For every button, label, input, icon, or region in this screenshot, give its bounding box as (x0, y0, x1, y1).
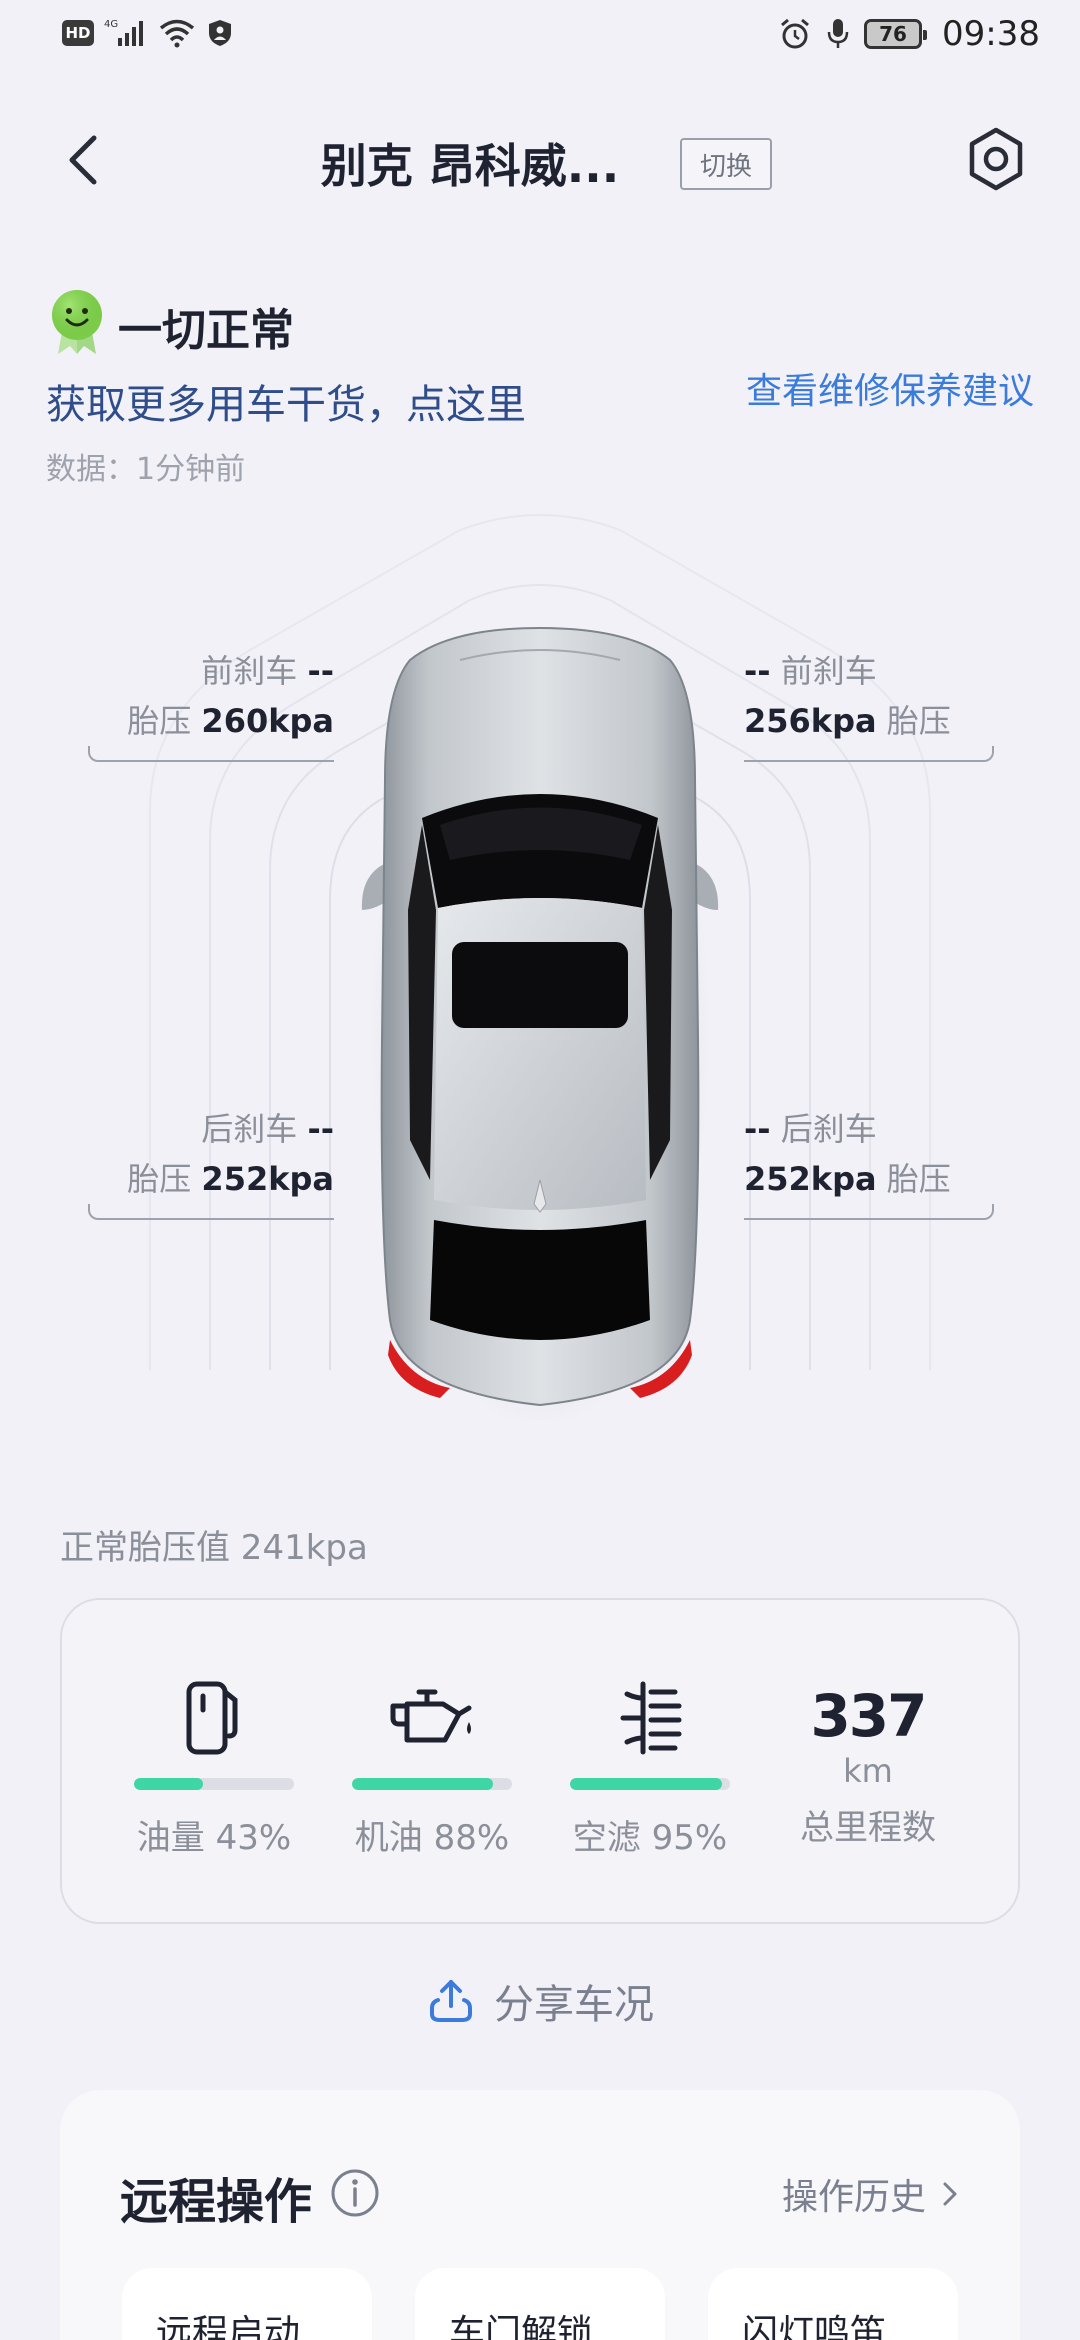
rear-right-pressure-label: 胎压 (886, 1160, 951, 1198)
front-left-brake-value: -- (307, 652, 334, 690)
wifi-icon (158, 18, 196, 48)
oil-can-icon (390, 1689, 472, 1743)
clock: 09:38 (942, 14, 1040, 54)
operation-history-label: 操作历史 (781, 2177, 926, 2218)
mileage-value: 337 (810, 1682, 927, 1750)
rear-right-brake-label: 后刹车 (780, 1110, 877, 1148)
remote-operations-title: 远程操作 (120, 2174, 313, 2230)
switch-vehicle-button[interactable]: 切换 (680, 138, 772, 190)
alarm-icon (778, 17, 812, 51)
front-left-tire-info: 前刹车 -- 胎压 260kpa (88, 646, 334, 762)
data-updated-time: 数据：1分钟前 (46, 452, 246, 487)
share-icon (430, 1980, 472, 2022)
remote-operations-panel: 远程操作 操作历史 远程启动 车门解锁 闪灯鸣笛 (60, 2090, 1020, 2340)
front-right-brake-value: -- (744, 652, 771, 690)
remote-start-button[interactable]: 远程启动 (122, 2268, 372, 2340)
front-left-leader-line (88, 746, 334, 762)
info-icon[interactable] (330, 2168, 380, 2218)
front-left-brake-label: 前刹车 (201, 652, 298, 690)
vehicle-stats-card[interactable]: 油量 43% 机油 88% 空滤 95% 337 km 总里程数 (60, 1598, 1020, 1924)
rear-left-brake-label: 后刹车 (201, 1110, 298, 1148)
maintenance-advice-link[interactable]: 查看维修保养建议 (746, 362, 1034, 414)
fuel-level-bar (134, 1778, 294, 1790)
air-filter-stat[interactable]: 空滤 95% (550, 1678, 750, 1859)
promo-link[interactable]: 获取更多用车干货，点这里 (46, 372, 526, 430)
rear-left-pressure-value: 252kpa (201, 1160, 334, 1198)
hexagon-settings-icon (969, 127, 1023, 191)
fuel-stat[interactable]: 油量 43% (114, 1678, 314, 1859)
smile-badge-icon (48, 288, 106, 356)
fuel-level-fill (134, 1778, 203, 1790)
flash-honk-label: 闪灯鸣笛 (742, 2313, 887, 2340)
vpn-shield-icon (206, 18, 234, 48)
rear-right-pressure-value: 252kpa (744, 1160, 877, 1198)
car-top-view-image (361, 626, 719, 1420)
mileage-unit: km (843, 1752, 893, 1790)
front-left-pressure-label: 胎压 (127, 702, 192, 740)
door-unlock-button[interactable]: 车门解锁 (415, 2268, 665, 2340)
front-right-brake-label: 前刹车 (780, 652, 877, 690)
network-type-label: 4G (104, 19, 118, 30)
hd-voice-icon: HD (62, 20, 94, 46)
rear-right-leader-line (744, 1204, 994, 1220)
chevron-right-icon (943, 2182, 957, 2206)
oil-stat[interactable]: 机油 88% (332, 1678, 532, 1859)
front-right-tire-info: -- 前刹车 256kpa 胎压 (744, 646, 994, 762)
normal-tire-pressure: 正常胎压值 241kpa (60, 1528, 368, 1568)
cellular-signal-icon: 4G (104, 18, 148, 48)
rear-left-pressure-label: 胎压 (127, 1160, 192, 1198)
status-bar-right: 76 09:38 (778, 14, 1040, 54)
fuel-label: 油量 43% (136, 1818, 292, 1858)
status-bar-left: HD 4G (62, 18, 234, 48)
rear-left-leader-line (88, 1204, 334, 1220)
front-left-pressure-value: 260kpa (201, 702, 334, 740)
mileage-label: 总里程数 (800, 1808, 936, 1848)
remote-start-label: 远程启动 (156, 2313, 301, 2340)
operation-history-link[interactable]: 操作历史 (782, 2168, 960, 2220)
air-filter-level-fill (570, 1778, 722, 1790)
air-filter-icon (620, 1681, 682, 1755)
battery-icon: 76 (864, 19, 928, 49)
rear-left-tire-info: 后刹车 -- 胎压 252kpa (88, 1104, 334, 1220)
vehicle-status-title: 一切正常 (118, 305, 294, 356)
air-filter-level-bar (570, 1778, 730, 1790)
rear-right-brake-value: -- (744, 1110, 771, 1148)
mileage-stat[interactable]: 337 km 总里程数 (768, 1682, 968, 1849)
settings-button[interactable] (966, 126, 1026, 192)
air-filter-label: 空滤 95% (572, 1818, 728, 1858)
oil-level-fill (352, 1778, 493, 1790)
door-unlock-label: 车门解锁 (449, 2313, 594, 2340)
share-label: 分享车况 (494, 1982, 654, 2028)
microphone-icon (826, 17, 850, 51)
oil-level-bar (352, 1778, 512, 1790)
front-right-leader-line (744, 746, 994, 762)
page-title: 别克 昂科威... (320, 139, 620, 193)
oil-label: 机油 88% (354, 1818, 510, 1858)
front-right-pressure-label: 胎压 (886, 702, 951, 740)
rear-left-brake-value: -- (307, 1110, 334, 1148)
flash-honk-button[interactable]: 闪灯鸣笛 (708, 2268, 958, 2340)
status-bar: HD 4G 76 09:38 (0, 0, 1080, 80)
rear-right-tire-info: -- 后刹车 252kpa 胎压 (744, 1104, 994, 1220)
front-right-pressure-value: 256kpa (744, 702, 877, 740)
fuel-pump-icon (186, 1681, 238, 1755)
share-vehicle-status-button[interactable]: 分享车况 (0, 1972, 1080, 2030)
